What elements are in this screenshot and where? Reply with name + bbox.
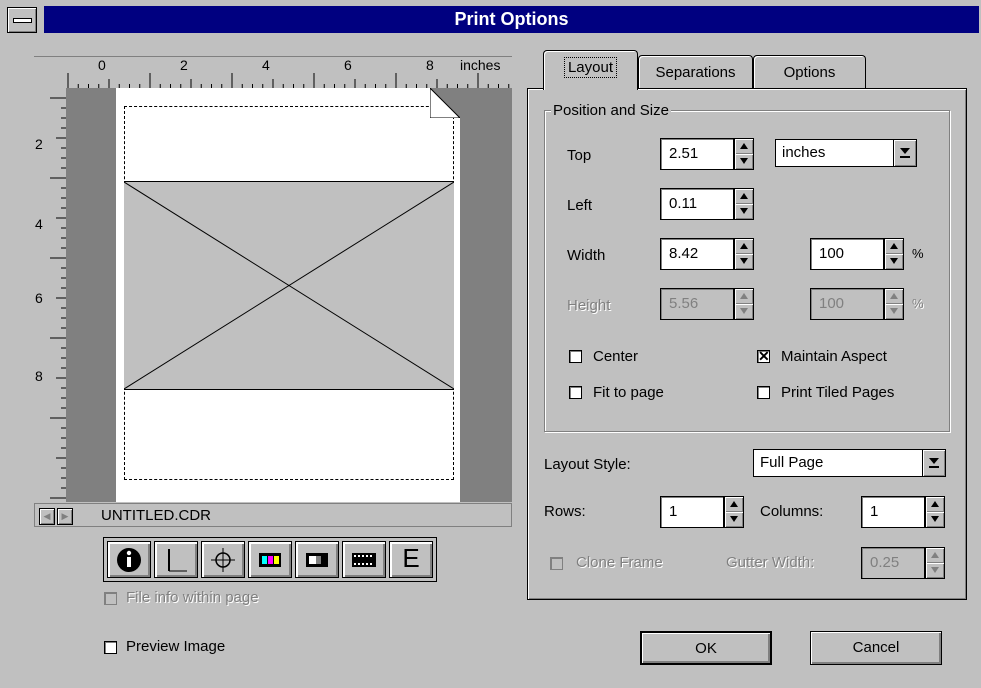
tab-options-label: Options: [783, 64, 836, 81]
clone-frame-checkbox[interactable]: [550, 557, 563, 570]
left-label: Left: [567, 197, 593, 214]
tab-options[interactable]: Options: [753, 55, 866, 89]
tab-separations-label: Separations: [655, 64, 736, 81]
columns-input[interactable]: 1: [861, 496, 925, 528]
placeholder-cross: [124, 182, 454, 390]
emulsion-down-button[interactable]: E: [389, 541, 433, 578]
height-spinner[interactable]: [734, 288, 754, 320]
ruler-label-v2: 2: [35, 136, 43, 152]
preview-filename: UNTITLED.CDR: [101, 507, 212, 524]
rows-spinner[interactable]: [724, 496, 744, 528]
preview-image-frame[interactable]: [124, 181, 454, 390]
next-page-button[interactable]: ▶: [57, 508, 73, 525]
height-percent-spinner[interactable]: [884, 288, 904, 320]
print-negative-button[interactable]: [342, 541, 386, 578]
preview-status-bar: ◀ ▶ UNTITLED.CDR: [34, 503, 512, 527]
registration-mark-icon: [211, 548, 235, 572]
center-checkbox[interactable]: [569, 350, 582, 363]
ruler-label-6: 6: [344, 57, 352, 73]
info-icon: [117, 548, 141, 572]
height-label: Height: [567, 297, 611, 314]
maintain-aspect-checkbox[interactable]: ✕: [757, 348, 770, 364]
preview-page: [116, 88, 460, 502]
horizontal-ruler: 0 2 4 6 8 inches: [34, 56, 512, 89]
ruler-label-0: 0: [98, 57, 106, 73]
file-info-label: File info within page: [126, 589, 259, 606]
center-label: Center: [593, 348, 639, 365]
color-calibration-bar-button[interactable]: [248, 541, 292, 578]
rows-label: Rows:: [544, 503, 586, 520]
height-input[interactable]: 5.56: [660, 288, 734, 320]
file-info-checkbox[interactable]: [104, 592, 117, 605]
print-marks-toolbar: E: [103, 537, 437, 582]
columns-spinner[interactable]: [925, 496, 945, 528]
window-title: Print Options: [44, 6, 979, 33]
crop-marks-button[interactable]: [154, 541, 198, 578]
width-percent-sign: %: [912, 246, 924, 261]
left-input[interactable]: 0.11: [660, 188, 734, 220]
units-dropdown[interactable]: inches: [775, 139, 917, 167]
rows-input[interactable]: 1: [660, 496, 724, 528]
clone-frame-label: Clone Frame: [576, 554, 663, 571]
position-size-group-label: Position and Size: [551, 102, 671, 120]
columns-label: Columns:: [760, 503, 824, 520]
layout-style-label: Layout Style:: [544, 456, 631, 473]
checkmark-icon: ✕: [758, 348, 770, 364]
preview-image-label: Preview Image: [126, 638, 226, 655]
prev-page-button[interactable]: ◀: [39, 508, 55, 525]
print-tiled-pages-label: Print Tiled Pages: [781, 384, 895, 401]
gutter-width-label: Gutter Width:: [726, 554, 815, 571]
width-label: Width: [567, 247, 606, 264]
title-bar: Print Options: [0, 0, 981, 35]
left-spinner[interactable]: [734, 188, 754, 220]
film-icon: [352, 553, 376, 567]
ruler-unit-label: inches: [460, 57, 501, 73]
tab-layout[interactable]: Layout: [543, 50, 638, 90]
layout-style-dropdown[interactable]: Full Page: [753, 449, 946, 477]
print-preview-area[interactable]: [66, 88, 512, 502]
print-tiled-pages-checkbox[interactable]: [757, 386, 770, 399]
registration-marks-button[interactable]: [201, 541, 245, 578]
vertical-ruler: 2 4 6 8: [34, 88, 66, 502]
dropdown-arrow-icon[interactable]: [922, 450, 945, 476]
system-menu-button[interactable]: [7, 7, 37, 33]
preview-image-checkbox[interactable]: [104, 641, 117, 654]
height-percent-input[interactable]: 100: [810, 288, 884, 320]
width-percent-spinner[interactable]: [884, 238, 904, 270]
gutter-width-input[interactable]: 0.25: [861, 547, 925, 579]
width-percent-input[interactable]: 100: [810, 238, 884, 270]
top-input[interactable]: 2.51: [660, 138, 734, 170]
ruler-label-8: 8: [426, 57, 434, 73]
fit-to-page-checkbox[interactable]: [569, 386, 582, 399]
cancel-button[interactable]: Cancel: [810, 631, 942, 665]
page-corner-fold-icon: [430, 88, 460, 118]
ruler-label-4: 4: [262, 57, 270, 73]
densitometer-icon: [306, 553, 328, 567]
top-spinner[interactable]: [734, 138, 754, 170]
emulsion-icon: E: [402, 543, 420, 573]
fit-to-page-label: Fit to page: [593, 384, 664, 401]
file-info-button[interactable]: [107, 541, 151, 578]
ruler-label-v4: 4: [35, 216, 43, 232]
top-label: Top: [567, 147, 592, 164]
units-value: inches: [782, 144, 826, 161]
dropdown-arrow-icon[interactable]: [893, 140, 916, 166]
maintain-aspect-label: Maintain Aspect: [781, 348, 887, 365]
densitometer-scale-button[interactable]: [295, 541, 339, 578]
layout-style-value: Full Page: [760, 454, 824, 471]
color-bars-icon: [259, 553, 281, 567]
height-percent-sign: %: [912, 296, 924, 311]
ruler-label-v8: 8: [35, 368, 43, 384]
ruler-label-v6: 6: [35, 290, 43, 306]
width-input[interactable]: 8.42: [660, 238, 734, 270]
ruler-label-2: 2: [180, 57, 188, 73]
width-spinner[interactable]: [734, 238, 754, 270]
ok-button[interactable]: OK: [640, 631, 772, 665]
tab-layout-label: Layout: [563, 57, 618, 78]
tab-separations[interactable]: Separations: [638, 55, 753, 89]
crop-marks-icon: [168, 549, 187, 572]
gutter-width-spinner[interactable]: [925, 547, 945, 579]
